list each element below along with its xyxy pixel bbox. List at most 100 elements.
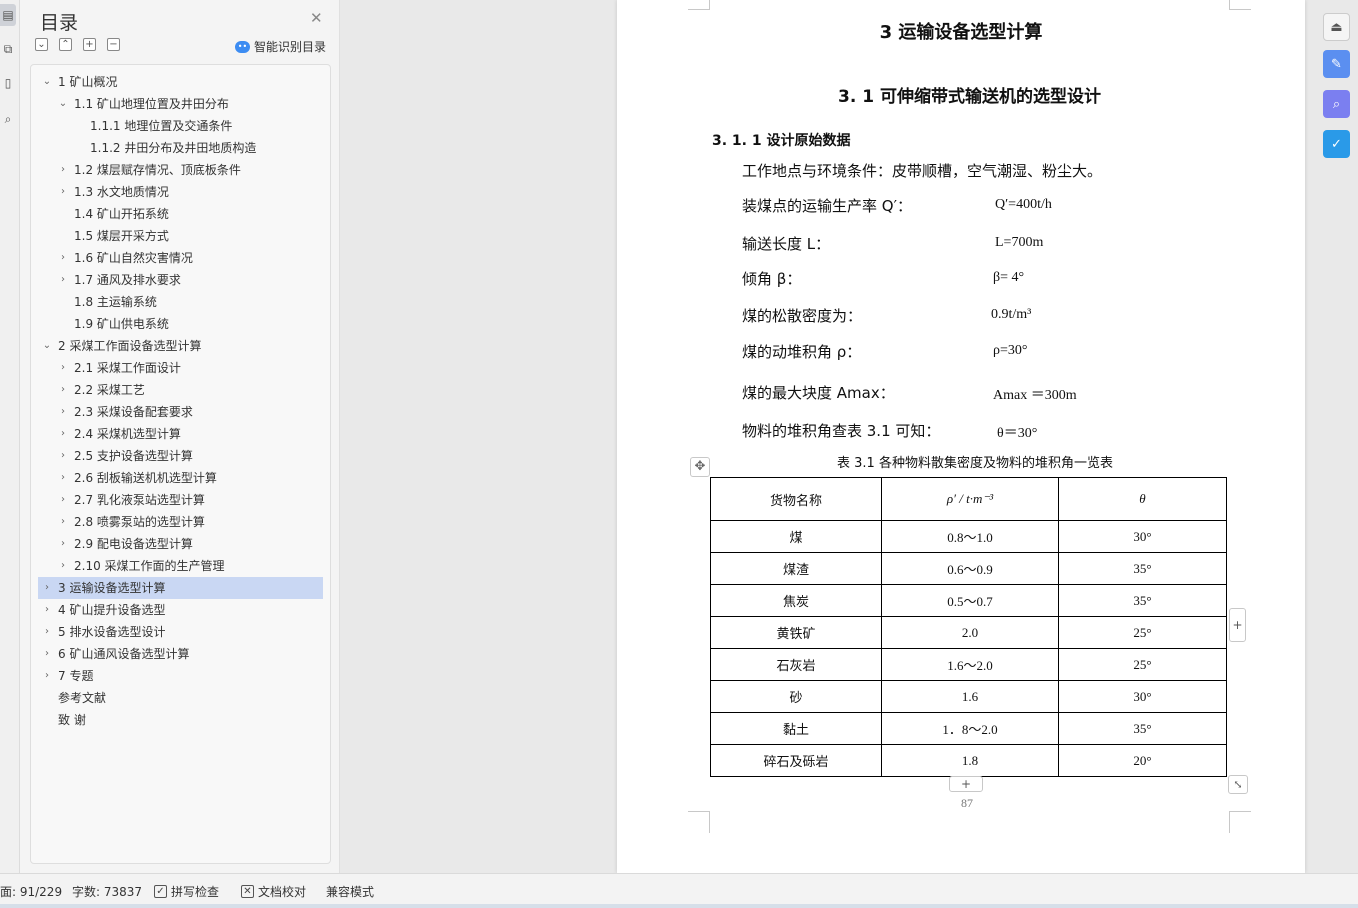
table-row: 黄铁矿 2.0 25° <box>710 616 1227 649</box>
toc-item[interactable]: 1.1.2 井田分布及井田地质构造 <box>31 137 330 159</box>
toc-item[interactable]: › 1.7 通风及排水要求 <box>31 269 330 291</box>
spell-check-button[interactable]: ✓ 拼写检查 <box>154 883 219 900</box>
doc-check-icon[interactable]: ✓ <box>1323 130 1350 158</box>
subsection-heading: 3. 1. 1 设计原始数据 <box>712 133 851 149</box>
chevron-right-icon[interactable]: › <box>41 599 53 621</box>
chevron-down-icon[interactable]: ⌄ <box>41 335 53 357</box>
toc-item-label: 2.10 采煤工作面的生产管理 <box>74 559 225 573</box>
toc-item[interactable]: › 3 运输设备选型计算 <box>38 577 323 599</box>
toc-item-label: 1.7 通风及排水要求 <box>74 273 181 287</box>
page-corner-mark <box>688 811 710 833</box>
toc-item-label: 4 矿山提升设备选型 <box>58 603 166 617</box>
chevron-right-icon[interactable]: › <box>57 181 69 203</box>
toc-item[interactable]: 1.8 主运输系统 <box>31 291 330 313</box>
chevron-right-icon[interactable]: › <box>57 423 69 445</box>
param-value: θ＝30° <box>997 426 1038 441</box>
toc-item[interactable]: › 2.7 乳化液泵站选型计算 <box>31 489 330 511</box>
toc-item[interactable]: › 6 矿山通风设备选型计算 <box>31 643 330 665</box>
chevron-down-icon[interactable]: ⌄ <box>41 71 53 93</box>
toc-item[interactable]: › 1.2 煤层赋存情况、顶底板条件 <box>31 159 330 181</box>
toc-item[interactable]: 1.5 煤层开采方式 <box>31 225 330 247</box>
table-cell: 砂 <box>710 680 882 713</box>
chevron-right-icon[interactable]: › <box>41 643 53 665</box>
chevron-right-icon[interactable]: › <box>41 621 53 643</box>
toc-item[interactable]: 1.1.1 地理位置及交通条件 <box>31 115 330 137</box>
toc-item[interactable]: › 2.2 采煤工艺 <box>31 379 330 401</box>
toc-item-label: 2.6 刮板输送机机选型计算 <box>74 471 217 485</box>
bookmark-icon[interactable]: ▯ <box>0 72 16 94</box>
toc-item[interactable]: › 2.8 喷雾泵站的选型计算 <box>31 511 330 533</box>
table-cell: 35° <box>1058 712 1227 745</box>
chevron-right-icon[interactable]: › <box>57 511 69 533</box>
add-column-button[interactable]: + <box>1229 608 1246 642</box>
doc-search-icon[interactable]: ⌕ <box>1323 90 1350 118</box>
doc-edit-icon[interactable]: ✎ <box>1323 50 1350 78</box>
table-cell: 1.6 <box>881 680 1059 713</box>
table-cell: 碎石及砾岩 <box>710 744 882 777</box>
close-icon[interactable]: ✕ <box>310 9 323 27</box>
toc-item[interactable]: ⌄ 1.1 矿山地理位置及井田分布 <box>31 93 330 115</box>
toc-item[interactable]: › 1.3 水文地质情况 <box>31 181 330 203</box>
toc-item[interactable]: › 2.10 采煤工作面的生产管理 <box>31 555 330 577</box>
expand-all-icon[interactable]: ⌄ <box>35 38 48 51</box>
toc-item[interactable]: › 4 矿山提升设备选型 <box>31 599 330 621</box>
chevron-right-icon[interactable]: › <box>57 467 69 489</box>
table-row: 碎石及砾岩 1.8 20° <box>710 744 1227 777</box>
toc-item[interactable]: › 2.3 采煤设备配套要求 <box>31 401 330 423</box>
smart-toc-button[interactable]: •• 智能识别目录 <box>235 38 326 55</box>
toc-item[interactable]: 致 谢 <box>31 709 330 731</box>
chevron-down-icon[interactable]: ⌄ <box>57 93 69 115</box>
chevron-right-icon[interactable]: › <box>57 401 69 423</box>
toc-item[interactable]: › 2.4 采煤机选型计算 <box>31 423 330 445</box>
param-label: 煤的松散密度为： <box>742 307 863 325</box>
document-icon[interactable]: ▤ <box>0 4 16 26</box>
add-entry-icon[interactable]: + <box>83 38 96 51</box>
toc-item[interactable]: › 2.5 支护设备选型计算 <box>31 445 330 467</box>
toc-item[interactable]: › 7 专题 <box>31 665 330 687</box>
toc-item[interactable]: › 1.6 矿山自然灾害情况 <box>31 247 330 269</box>
chevron-right-icon[interactable]: › <box>57 445 69 467</box>
toc-item[interactable]: › 2.9 配电设备选型计算 <box>31 533 330 555</box>
toc-item[interactable]: ⌄ 1 矿山概况 <box>31 71 330 93</box>
proofread-button[interactable]: ✕ 文档校对 <box>241 883 306 900</box>
page-indicator[interactable]: 面: 91/229 <box>0 883 62 900</box>
toc-item[interactable]: › 5 排水设备选型设计 <box>31 621 330 643</box>
table-move-handle[interactable]: ✥ <box>690 457 710 477</box>
toc-item[interactable]: 参考文献 <box>31 687 330 709</box>
chevron-right-icon[interactable]: › <box>41 665 53 687</box>
material-table: 货物名称 ρ′ / t·m⁻³ θ 煤 0.8～1.0 30° 煤渣 0.6～0.9 35… <box>710 477 1227 777</box>
chevron-right-icon[interactable]: › <box>57 533 69 555</box>
table-cell: 30° <box>1058 520 1227 553</box>
table-row: 石灰岩 1.6～2.0 25° <box>710 648 1227 681</box>
chevron-right-icon[interactable]: › <box>57 379 69 401</box>
toc-item-label: 1.4 矿山开拓系统 <box>74 207 169 221</box>
chevron-right-icon[interactable]: › <box>57 555 69 577</box>
word-count[interactable]: 字数: 73837 <box>72 883 142 900</box>
collapse-icon[interactable]: ⏏ <box>1323 13 1350 41</box>
search-icon[interactable]: ⌕ <box>0 108 16 130</box>
chevron-right-icon[interactable]: › <box>41 577 53 599</box>
toc-item[interactable]: › 2.6 刮板输送机机选型计算 <box>31 467 330 489</box>
param-label: 煤的动堆积角 ρ： <box>742 343 862 361</box>
table-cell: 焦炭 <box>710 584 882 617</box>
copy-icon[interactable]: ⧉ <box>0 38 16 60</box>
chevron-right-icon[interactable]: › <box>57 159 69 181</box>
toc-item[interactable]: › 2.1 采煤工作面设计 <box>31 357 330 379</box>
collapse-all-icon[interactable]: ⌃ <box>59 38 72 51</box>
toc-item[interactable]: 1.4 矿山开拓系统 <box>31 203 330 225</box>
toc-item-label: 2.2 采煤工艺 <box>74 383 145 397</box>
resize-table-icon[interactable]: ⤡ <box>1228 775 1248 794</box>
add-row-button[interactable]: + <box>949 776 983 792</box>
toc-item-label: 1.1 矿山地理位置及井田分布 <box>74 97 229 111</box>
table-header-cell: θ <box>1058 477 1227 521</box>
param-value: β= 4° <box>993 270 1025 285</box>
toc-item[interactable]: ⌄ 2 采煤工作面设备选型计算 <box>31 335 330 357</box>
toc-item-label: 2.9 配电设备选型计算 <box>74 537 193 551</box>
remove-entry-icon[interactable]: − <box>107 38 120 51</box>
chevron-right-icon[interactable]: › <box>57 489 69 511</box>
chevron-right-icon[interactable]: › <box>57 357 69 379</box>
param-value: Amax ＝300m <box>993 388 1077 403</box>
toc-item[interactable]: 1.9 矿山供电系统 <box>31 313 330 335</box>
chevron-right-icon[interactable]: › <box>57 269 69 291</box>
chevron-right-icon[interactable]: › <box>57 247 69 269</box>
